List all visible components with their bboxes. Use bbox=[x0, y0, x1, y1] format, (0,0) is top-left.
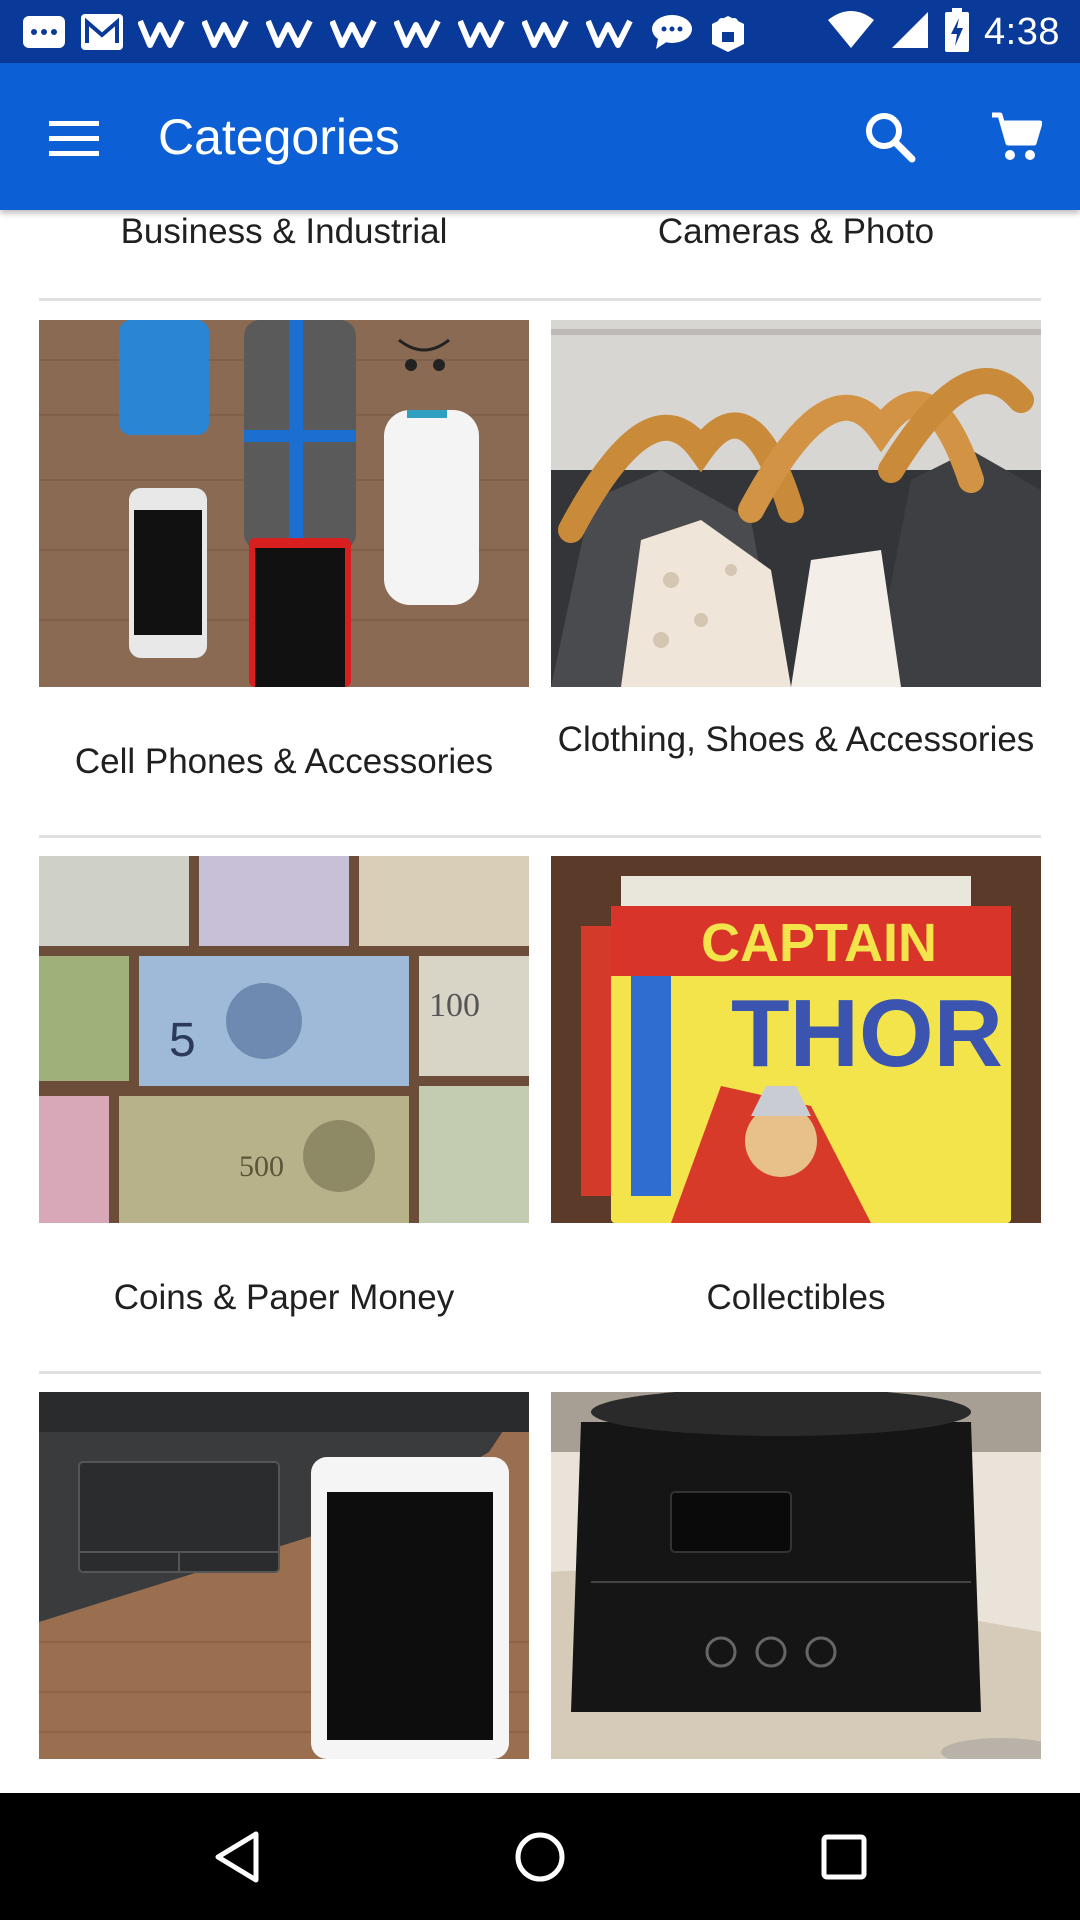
category-label-coins-paper-money[interactable]: Coins & Paper Money bbox=[39, 1276, 529, 1320]
w-icon bbox=[330, 10, 380, 54]
notification-icons bbox=[22, 10, 748, 54]
category-image-computers-tablets[interactable] bbox=[39, 1392, 529, 1759]
category-image-consumer-electronics[interactable] bbox=[551, 1392, 1041, 1759]
wifi-icon bbox=[826, 10, 876, 55]
home-circle-icon[interactable] bbox=[500, 1817, 580, 1897]
system-icons: 4:38 bbox=[826, 7, 1060, 57]
row-divider bbox=[39, 298, 1041, 301]
category-grid: Business & Industrial Cameras & Photo Ce… bbox=[0, 210, 1080, 1793]
back-triangle-icon[interactable] bbox=[197, 1817, 277, 1897]
category-label-business-industrial[interactable]: Business & Industrial bbox=[39, 210, 529, 254]
svg-text:THOR: THOR bbox=[731, 980, 1003, 1087]
category-label-cell-phones[interactable]: Cell Phones & Accessories bbox=[39, 740, 529, 784]
row-divider bbox=[39, 1371, 1041, 1374]
w-icon bbox=[586, 10, 636, 54]
category-image-clothing[interactable] bbox=[551, 320, 1041, 687]
android-box-icon bbox=[708, 10, 748, 54]
gmail-icon bbox=[80, 10, 124, 54]
chat-icon bbox=[22, 10, 66, 54]
cellular-signal-icon bbox=[890, 10, 930, 55]
hamburger-menu-icon[interactable] bbox=[38, 103, 110, 175]
w-icon bbox=[138, 10, 188, 54]
search-icon[interactable] bbox=[854, 101, 926, 173]
page-title: Categories bbox=[158, 109, 400, 165]
w-icon bbox=[202, 10, 252, 54]
status-bar: 4:38 bbox=[0, 0, 1080, 63]
row-divider bbox=[39, 835, 1041, 838]
w-icon bbox=[266, 10, 316, 54]
svg-text:CAPTAIN: CAPTAIN bbox=[701, 913, 937, 973]
category-label-cameras-photo[interactable]: Cameras & Photo bbox=[551, 210, 1041, 254]
navigation-bar bbox=[0, 1793, 1080, 1920]
svg-text:100: 100 bbox=[429, 987, 480, 1024]
w-icon bbox=[394, 10, 444, 54]
category-label-clothing[interactable]: Clothing, Shoes & Accessories bbox=[551, 718, 1041, 762]
clock: 4:38 bbox=[984, 10, 1060, 53]
message-icon bbox=[650, 10, 694, 54]
svg-text:500: 500 bbox=[239, 1150, 284, 1183]
shopping-cart-icon[interactable] bbox=[980, 101, 1052, 173]
svg-text:5: 5 bbox=[169, 1014, 196, 1067]
category-image-coins-paper-money[interactable]: 5 100 500 bbox=[39, 856, 529, 1223]
category-label-collectibles[interactable]: Collectibles bbox=[551, 1276, 1041, 1320]
category-image-collectibles[interactable]: CAPTAIN THOR bbox=[551, 856, 1041, 1223]
w-icon bbox=[522, 10, 572, 54]
recents-square-icon[interactable] bbox=[804, 1817, 884, 1897]
w-icon bbox=[458, 10, 508, 54]
app-bar: Categories bbox=[0, 63, 1080, 210]
battery-charging-icon bbox=[944, 7, 970, 57]
category-image-cell-phones[interactable] bbox=[39, 320, 529, 687]
